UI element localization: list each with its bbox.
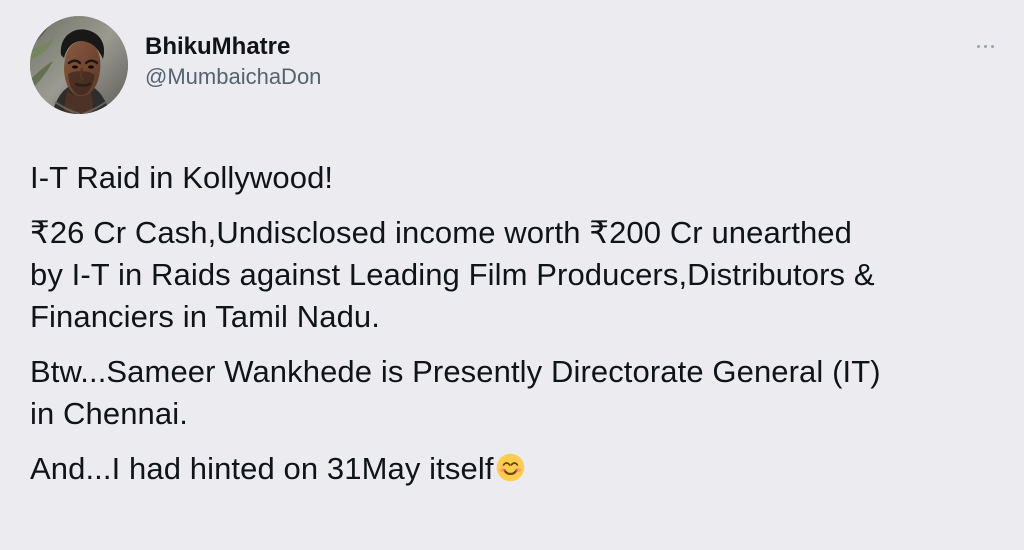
tweet-text-line: in Chennai. xyxy=(30,396,188,431)
author-display-name[interactable]: BhikuMhatre xyxy=(145,32,321,62)
tweet-header: BhikuMhatre @MumbaichaDon xyxy=(30,16,321,114)
tweet-text-line-with-emoji: And...I had hinted on 31May itself xyxy=(30,448,990,490)
smiling-face-emoji-icon xyxy=(495,452,526,483)
tweet-card: BhikuMhatre @MumbaichaDon I-T Raid in Ko… xyxy=(0,0,1024,550)
tweet-text-line: I-T Raid in Kollywood! xyxy=(30,160,334,195)
tweet-paragraph: Btw...Sameer Wankhede is Presently Direc… xyxy=(30,351,990,435)
tweet-paragraph: And...I had hinted on 31May itself xyxy=(30,448,990,490)
tweet-text-line: And...I had hinted on 31May itself xyxy=(30,451,494,486)
tweet-text-line: Financiers in Tamil Nadu. xyxy=(30,299,380,334)
more-options-icon xyxy=(976,44,980,48)
avatar[interactable] xyxy=(30,16,128,114)
tweet-paragraph: I-T Raid in Kollywood! xyxy=(30,157,990,199)
more-options-icon-dot xyxy=(983,44,987,48)
more-options-icon-dot xyxy=(990,44,994,48)
author-identity: BhikuMhatre @MumbaichaDon xyxy=(145,32,321,92)
tweet-text: I-T Raid in Kollywood! ₹26 Cr Cash,Undis… xyxy=(30,157,990,503)
tweet-text-line: ₹26 Cr Cash,Undisclosed income worth ₹20… xyxy=(30,215,852,250)
tweet-paragraph: ₹26 Cr Cash,Undisclosed income worth ₹20… xyxy=(30,212,990,338)
more-options-button[interactable] xyxy=(970,35,1000,57)
profile-photo-icon xyxy=(30,16,128,114)
author-handle[interactable]: @MumbaichaDon xyxy=(145,62,321,92)
tweet-text-line: by I-T in Raids against Leading Film Pro… xyxy=(30,257,875,292)
tweet-text-line: Btw...Sameer Wankhede is Presently Direc… xyxy=(30,354,881,389)
